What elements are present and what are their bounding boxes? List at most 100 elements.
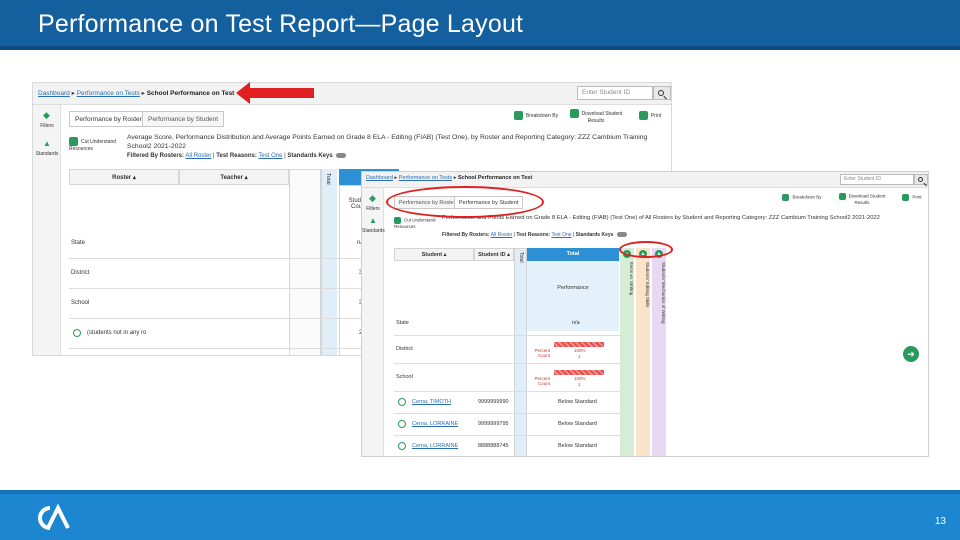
standards-keys-toggle[interactable] (336, 153, 347, 158)
column-header-student-id[interactable]: Student ID ▴ (474, 248, 514, 261)
table-row: District 3 (69, 259, 399, 289)
standards-icon (42, 139, 52, 149)
bar-count: 1 (578, 354, 581, 359)
test-reason-label: Test Reasons: (216, 153, 257, 160)
filtered-value[interactable]: All Roster (185, 153, 211, 159)
performance-level: Below Standard (558, 421, 597, 427)
print-icon (902, 194, 910, 201)
table-row[interactable]: (students not in any ro 2 (69, 319, 399, 349)
scroll-right-arrow-icon[interactable]: ➜ (903, 346, 919, 362)
bar-label: Percent Count (534, 376, 550, 386)
tabs-highlight-oval (386, 186, 544, 218)
standards-label: Standards (362, 228, 385, 234)
search-icon (658, 90, 664, 96)
row-name: School (396, 374, 413, 380)
bar-count: 1 (578, 382, 581, 387)
standards-label: Standards (35, 151, 59, 157)
filters-button[interactable]: Filters (33, 110, 61, 129)
download-results-button[interactable]: Download Student Results (563, 109, 629, 124)
student-id-search-input[interactable]: Enter Student ID (840, 174, 914, 185)
student-id-search-input[interactable]: Enter Student ID (577, 86, 653, 100)
column-header-total: Total (527, 248, 619, 261)
cut-resources-link[interactable]: Cut Understand Resources (69, 137, 125, 152)
teacher-header-label: Teacher (220, 175, 243, 181)
student-detail-icon[interactable] (398, 442, 406, 450)
report-description: Average Score, Performance Distribution … (127, 134, 648, 150)
download-icon (838, 193, 846, 200)
row-value: n/a (572, 320, 580, 326)
breakdown-label: Breakdown By (792, 194, 822, 200)
table-row: School Percent Count 100% 1 (394, 364, 620, 392)
table-row: State n/a (394, 312, 620, 336)
student-id: 9999999990 (478, 399, 509, 405)
test-reason-value[interactable]: Test One (258, 153, 282, 159)
column-header-student[interactable]: Student ▴ (394, 248, 474, 261)
tab-performance-by-student[interactable]: Performance by Student (142, 111, 225, 127)
print-label: Print (912, 194, 922, 200)
student-link-icon[interactable] (73, 329, 81, 337)
left-rail: Filters Standards (362, 188, 385, 456)
report-description: Performance and Points Earned on Grade 8… (442, 215, 880, 221)
performance-level: Below Standard (558, 399, 597, 405)
breadcrumb-dashboard[interactable]: Dashboard (38, 90, 70, 97)
filtered-value[interactable]: All Roster (491, 232, 513, 238)
resources-icon (394, 217, 401, 224)
student-id-header-label: Student ID (478, 252, 506, 258)
student-name-link[interactable]: Cerna, LORRAINE (412, 443, 458, 449)
breakdown-label: Breakdown By (525, 112, 559, 119)
table-row[interactable]: Cerna, TIMOTH 9999999990 Below Standard (394, 392, 620, 414)
search-button[interactable] (653, 86, 671, 100)
row-name: District (71, 270, 90, 276)
page-number: 13 (934, 516, 946, 527)
ca-logo: CA (38, 504, 70, 530)
row-name[interactable]: (students not in any ro (87, 330, 146, 336)
tab-performance-by-roster[interactable]: Performance by Roster (69, 111, 148, 127)
standards-keys-toggle[interactable] (616, 232, 627, 238)
print-label: Print (650, 112, 662, 119)
standards-button[interactable]: Standards (362, 216, 385, 234)
breakdown-by-button[interactable]: Breakdown By (513, 111, 559, 120)
breadcrumb-performance-on-tests[interactable]: Performance on Tests (77, 90, 140, 97)
download-results-button[interactable]: Download Student Results (832, 193, 892, 206)
filters-summary: Filtered By Rosters: All Roster | Test R… (127, 153, 347, 160)
student-name-link[interactable]: Cerna, LORRAINE (412, 421, 458, 427)
bar-percent: 100% (574, 348, 586, 353)
test-reason-label: Test Reasons: (516, 232, 551, 238)
student-id: 9999999795 (478, 421, 509, 427)
title-bar: Performance on Test Report—Page Layout (0, 0, 960, 50)
student-name-link[interactable]: Cerna, TIMOTH (412, 399, 451, 405)
left-rail: Filters Standards (33, 105, 61, 355)
search-button[interactable] (914, 174, 928, 185)
test-reason-value[interactable]: Test One (552, 232, 572, 238)
slide-title: Performance on Test Report—Page Layout (38, 10, 524, 38)
filter-icon (368, 193, 378, 204)
column-header-roster[interactable]: Roster ▴ (69, 169, 179, 185)
student-detail-icon[interactable] (398, 420, 406, 428)
resources-icon (69, 137, 78, 146)
table-row[interactable]: Cerna, LORRAINE 8888888745 Below Standar… (394, 436, 620, 456)
filters-button[interactable]: Filters (362, 193, 384, 212)
download-label: Download Student Results (848, 193, 886, 205)
category-header-1: Items vs. Writing (629, 262, 634, 296)
breadcrumb-dashboard[interactable]: Dashboard (366, 175, 393, 181)
breadcrumb: Dashboard ▸ Performance on Tests ▸ Schoo… (38, 89, 234, 97)
filter-icon (42, 110, 52, 121)
table-row[interactable]: Cerna, LORRAINE 9999999795 Below Standar… (394, 414, 620, 436)
row-name: State (396, 320, 409, 326)
row-name: School (71, 300, 90, 306)
breakdown-by-button[interactable]: Breakdown By (782, 194, 822, 201)
performance-bar (554, 342, 604, 347)
breadcrumb-performance-on-tests[interactable]: Performance on Tests (399, 175, 452, 181)
roster-table: Roster ▴ Teacher ▴ Total Student Count C… (69, 169, 399, 355)
print-button[interactable]: Print (898, 194, 926, 201)
print-button[interactable]: Print (633, 111, 667, 120)
student-detail-icon[interactable] (398, 398, 406, 406)
filtered-label: Filtered By Rosters: (127, 153, 185, 160)
filters-label: Filters (40, 123, 54, 129)
standards-button[interactable]: Standards (33, 139, 61, 157)
standards-icon (368, 216, 378, 226)
category-header-2: Students' Editing Skills (645, 262, 650, 308)
cut-resources-link[interactable]: Cut Understand Resources (394, 217, 440, 230)
filtered-label: Filtered By Rosters: (442, 232, 490, 238)
column-header-teacher[interactable]: Teacher ▴ (179, 169, 289, 185)
